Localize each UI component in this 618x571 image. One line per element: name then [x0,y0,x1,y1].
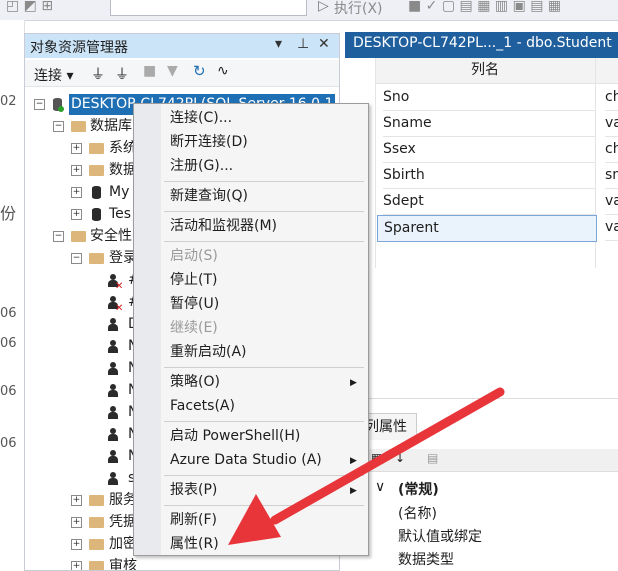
arrow-shaft [270,387,505,525]
red-arrow-annotation [228,387,505,545]
